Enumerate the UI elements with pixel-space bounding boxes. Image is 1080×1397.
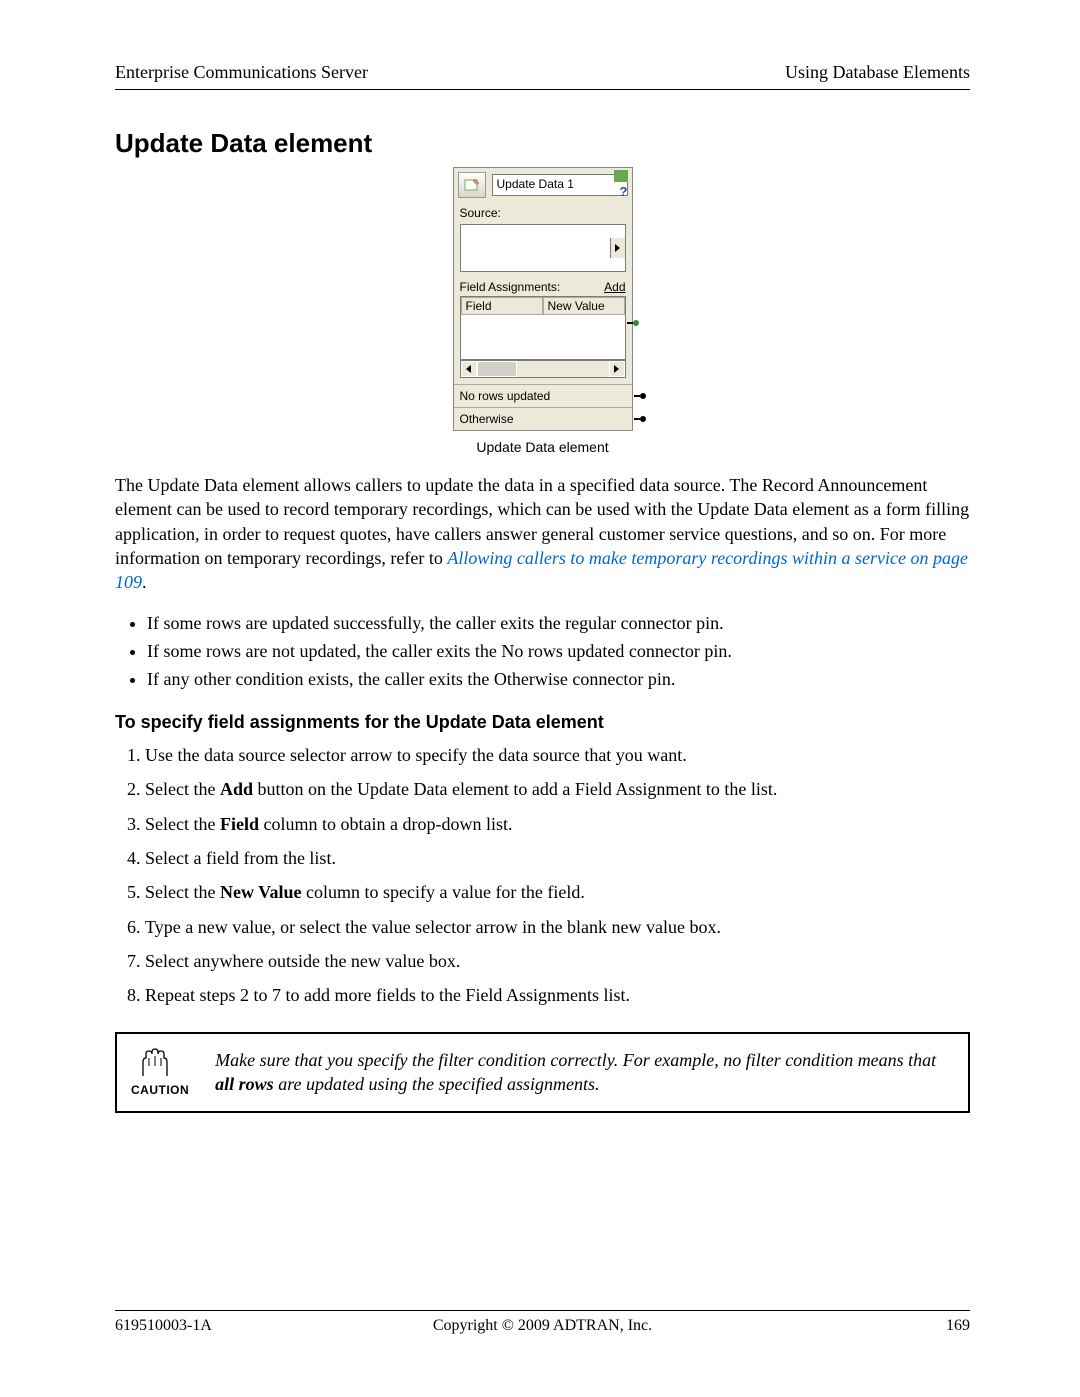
figure: Update Data 1 ? Source: Field Assignment…	[115, 167, 970, 457]
output-no-rows-label: No rows updated	[460, 389, 551, 403]
connector-pin-regular[interactable]	[627, 320, 639, 326]
column-header-field[interactable]: Field	[461, 297, 543, 315]
caution-icon: CAUTION	[131, 1048, 189, 1097]
source-input[interactable]	[460, 224, 626, 272]
page: Enterprise Communications Server Using D…	[0, 0, 1080, 1397]
section-title: Update Data element	[115, 128, 970, 159]
caution-label: CAUTION	[131, 1083, 189, 1097]
hand-icon	[137, 1048, 183, 1078]
intro-paragraph: The Update Data element allows callers t…	[115, 473, 970, 594]
caution-note: CAUTION Make sure that you specify the f…	[115, 1032, 970, 1113]
caution-text: Make sure that you specify the filter co…	[215, 1048, 950, 1097]
procedure-steps: Use the data source selector arrow to sp…	[123, 743, 970, 1007]
step-item: Select the Field column to obtain a drop…	[145, 812, 970, 836]
scroll-left-icon[interactable]	[461, 361, 477, 377]
field-assignments-table[interactable]: Field New Value	[460, 296, 626, 360]
step-item: Use the data source selector arrow to sp…	[145, 743, 970, 767]
step-item: Select a field from the list.	[145, 846, 970, 870]
source-selector-arrow-icon[interactable]	[610, 238, 625, 258]
field-assignments-body[interactable]	[461, 315, 625, 359]
field-assignments-label: Field Assignments:	[460, 280, 561, 294]
element-title-input[interactable]: Update Data 1	[492, 174, 628, 196]
step-item: Select the Add button on the Update Data…	[145, 777, 970, 801]
output-no-rows-updated: No rows updated	[454, 384, 632, 407]
step-item: Select anywhere outside the new value bo…	[145, 949, 970, 973]
horizontal-scrollbar[interactable]	[460, 360, 626, 378]
paragraph-post: .	[142, 572, 147, 592]
help-icon[interactable]: ?	[614, 184, 628, 198]
resize-handle-icon[interactable]	[614, 170, 628, 182]
bullet-item: If some rows are not updated, the caller…	[147, 638, 970, 666]
figure-caption: Update Data element	[453, 431, 633, 457]
update-data-element-panel: Update Data 1 ? Source: Field Assignment…	[453, 167, 633, 457]
add-button[interactable]: Add	[604, 280, 625, 294]
column-header-new-value[interactable]: New Value	[543, 297, 625, 315]
step-item: Select the New Value column to specify a…	[145, 880, 970, 904]
bullet-list: If some rows are updated successfully, t…	[137, 610, 970, 694]
scroll-right-icon[interactable]	[609, 361, 625, 377]
bullet-item: If any other condition exists, the calle…	[147, 666, 970, 694]
update-data-icon	[458, 172, 486, 198]
header-left: Enterprise Communications Server	[115, 62, 368, 83]
page-footer: 619510003-1A Copyright © 2009 ADTRAN, In…	[115, 1310, 970, 1335]
output-otherwise: Otherwise	[454, 407, 632, 430]
bullet-item: If some rows are updated successfully, t…	[147, 610, 970, 638]
connector-pin-otherwise[interactable]	[634, 416, 646, 422]
page-header: Enterprise Communications Server Using D…	[115, 62, 970, 90]
footer-copyright: Copyright © 2009 ADTRAN, Inc.	[115, 1317, 970, 1335]
element-titlebar: Update Data 1 ?	[454, 168, 632, 200]
step-item: Repeat steps 2 to 7 to add more fields t…	[145, 983, 970, 1007]
step-item: Type a new value, or select the value se…	[145, 915, 970, 939]
connector-pin-no-rows[interactable]	[634, 393, 646, 399]
procedure-heading: To specify field assignments for the Upd…	[115, 712, 970, 733]
scroll-thumb[interactable]	[477, 361, 517, 377]
header-right: Using Database Elements	[785, 62, 970, 83]
source-label: Source:	[454, 200, 632, 222]
output-otherwise-label: Otherwise	[460, 412, 514, 426]
